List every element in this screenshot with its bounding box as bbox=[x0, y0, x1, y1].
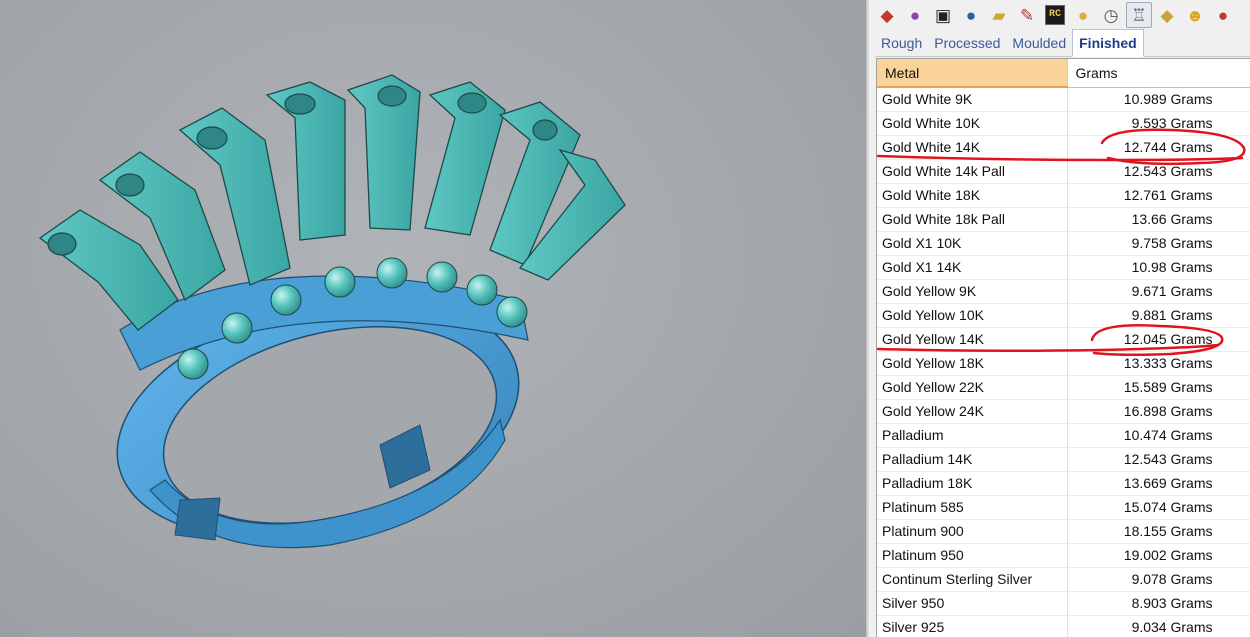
rc-badge-icon[interactable]: RC bbox=[1042, 2, 1068, 28]
grams-cell: 13.333 Grams bbox=[1067, 351, 1250, 376]
metal-cell: Gold Yellow 14K bbox=[877, 327, 1068, 352]
table-row[interactable]: Palladium 18K 13.669 Grams bbox=[877, 471, 1250, 496]
table-header-row: Metal Grams bbox=[877, 59, 1250, 88]
metal-cell: Gold Yellow 9K bbox=[877, 279, 1068, 304]
metal-cell: Gold White 9K bbox=[877, 87, 1068, 112]
grams-cell: 9.593 Grams bbox=[1067, 111, 1250, 136]
rc-badge-glyph: RC bbox=[1045, 5, 1065, 25]
metal-cell: Palladium 18K bbox=[877, 471, 1068, 496]
grams-cell: 15.589 Grams bbox=[1067, 375, 1250, 400]
table-row[interactable]: Platinum 900 18.155 Grams bbox=[877, 519, 1250, 544]
metal-cell: Platinum 900 bbox=[877, 519, 1068, 544]
metal-cell: Gold White 18k Pall bbox=[877, 207, 1068, 232]
table-row[interactable]: Gold White 14K 12.744 Grams bbox=[877, 135, 1250, 160]
grams-cell: 15.074 Grams bbox=[1067, 495, 1250, 520]
tab-finished[interactable]: Finished bbox=[1072, 29, 1144, 57]
grams-cell: 19.002 Grams bbox=[1067, 543, 1250, 568]
table-row[interactable]: Gold Yellow 18K 13.333 Grams bbox=[877, 351, 1250, 376]
table-row[interactable]: Silver 925 9.034 Grams bbox=[877, 615, 1250, 637]
metal-cell: Gold Yellow 18K bbox=[877, 351, 1068, 376]
grams-cell: 12.543 Grams bbox=[1067, 447, 1250, 472]
metal-weight-table[interactable]: Metal Grams Gold White 9K 10.989 Grams Gol… bbox=[876, 58, 1250, 637]
metal-cell: Platinum 585 bbox=[877, 495, 1068, 520]
metal-cell: Silver 950 bbox=[877, 591, 1068, 616]
emoji-face-icon[interactable]: ☻ bbox=[1182, 2, 1208, 28]
metal-cell: Palladium bbox=[877, 423, 1068, 448]
grams-cell: 10.474 Grams bbox=[1067, 423, 1250, 448]
grams-cell: 9.881 Grams bbox=[1067, 303, 1250, 328]
grams-cell: 10.98 Grams bbox=[1067, 255, 1250, 280]
table-row[interactable]: Palladium 10.474 Grams bbox=[877, 423, 1250, 448]
table-row[interactable]: Gold Yellow 24K 16.898 Grams bbox=[877, 399, 1250, 424]
gold-ball-icon[interactable]: ● bbox=[1070, 2, 1096, 28]
brush-icon[interactable]: ✎ bbox=[1014, 2, 1040, 28]
tab-processed[interactable]: Processed bbox=[928, 30, 1006, 56]
grams-cell: 8.903 Grams bbox=[1067, 591, 1250, 616]
table-row[interactable]: Platinum 585 15.074 Grams bbox=[877, 495, 1250, 520]
weight-panel: ◆ ● ▣ ● ▰ ✎ RC ● ◷ ♖ ◆ ☻ ● Rough Processed Moulded F… bbox=[870, 0, 1250, 637]
metal-cell: Gold White 18K bbox=[877, 183, 1068, 208]
metal-cell: Gold Yellow 10K bbox=[877, 303, 1068, 328]
grams-cell: 12.761 Grams bbox=[1067, 183, 1250, 208]
table-row[interactable]: Gold Yellow 10K 9.881 Grams bbox=[877, 303, 1250, 328]
layers-icon[interactable]: ◆ bbox=[874, 2, 900, 28]
gauge-icon[interactable]: ◷ bbox=[1098, 2, 1124, 28]
table-row[interactable]: Gold Yellow 22K 15.589 Grams bbox=[877, 375, 1250, 400]
table-row[interactable]: Gold Yellow 14K 12.045 Grams bbox=[877, 327, 1250, 352]
3d-viewport[interactable] bbox=[0, 0, 866, 637]
table-row[interactable]: Gold White 18k Pall 13.66 Grams bbox=[877, 207, 1250, 232]
grams-cell: 18.155 Grams bbox=[1067, 519, 1250, 544]
grams-cell: 9.034 Grams bbox=[1067, 615, 1250, 637]
grams-cell: 10.989 Grams bbox=[1067, 87, 1250, 112]
column-header-grams[interactable]: Grams bbox=[1067, 59, 1250, 88]
table-row[interactable]: Gold White 14k Pall 12.543 Grams bbox=[877, 159, 1250, 184]
grams-cell: 13.669 Grams bbox=[1067, 471, 1250, 496]
metal-cell: Gold White 14k Pall bbox=[877, 159, 1068, 184]
grams-cell: 12.543 Grams bbox=[1067, 159, 1250, 184]
metal-cell: Gold Yellow 22K bbox=[877, 375, 1068, 400]
grams-cell: 9.671 Grams bbox=[1067, 279, 1250, 304]
table-row[interactable]: Gold Yellow 9K 9.671 Grams bbox=[877, 279, 1250, 304]
material-sphere-icon[interactable]: ● bbox=[958, 2, 984, 28]
grams-cell: 12.744 Grams bbox=[1067, 135, 1250, 160]
table-row[interactable]: Gold X1 10K 9.758 Grams bbox=[877, 231, 1250, 256]
table-row[interactable]: Palladium 14K 12.543 Grams bbox=[877, 447, 1250, 472]
table-row[interactable]: Silver 950 8.903 Grams bbox=[877, 591, 1250, 616]
table-row[interactable]: Platinum 950 19.002 Grams bbox=[877, 543, 1250, 568]
weight-tabs: Rough Processed Moulded Finished bbox=[875, 29, 1250, 57]
metal-cell: Gold White 14K bbox=[877, 135, 1068, 160]
metal-cell: Gold White 10K bbox=[877, 111, 1068, 136]
grams-cell: 12.045 Grams bbox=[1067, 327, 1250, 352]
bomb-icon[interactable]: ● bbox=[1210, 2, 1236, 28]
table-row[interactable]: Continum Sterling Silver 9.078 Grams bbox=[877, 567, 1250, 592]
table-row[interactable]: Gold White 18K 12.761 Grams bbox=[877, 183, 1250, 208]
metal-cell: Gold X1 10K bbox=[877, 231, 1068, 256]
gold-nugget-icon[interactable]: ◆ bbox=[1154, 2, 1180, 28]
metal-cell: Silver 925 bbox=[877, 615, 1068, 637]
color-wheel-icon[interactable]: ● bbox=[902, 2, 928, 28]
ring-render bbox=[38, 74, 626, 549]
tab-moulded[interactable]: Moulded bbox=[1006, 30, 1072, 56]
metal-cell: Continum Sterling Silver bbox=[877, 567, 1068, 592]
column-header-metal[interactable]: Metal bbox=[877, 59, 1068, 88]
ring-weight-icon[interactable]: ♖ bbox=[1126, 2, 1152, 28]
metal-cell: Palladium 14K bbox=[877, 447, 1068, 472]
table-row[interactable]: Gold X1 14K 10.98 Grams bbox=[877, 255, 1250, 280]
tab-rough[interactable]: Rough bbox=[875, 30, 928, 56]
grams-cell: 9.078 Grams bbox=[1067, 567, 1250, 592]
table-row[interactable]: Gold White 9K 10.989 Grams bbox=[877, 87, 1250, 112]
metal-cell: Gold Yellow 24K bbox=[877, 399, 1068, 424]
table-row[interactable]: Gold White 10K 9.593 Grams bbox=[877, 111, 1250, 136]
grams-cell: 13.66 Grams bbox=[1067, 207, 1250, 232]
grams-cell: 9.758 Grams bbox=[1067, 231, 1250, 256]
grams-cell: 16.898 Grams bbox=[1067, 399, 1250, 424]
metal-cell: Gold X1 14K bbox=[877, 255, 1068, 280]
panel-toolbar: ◆ ● ▣ ● ▰ ✎ RC ● ◷ ♖ ◆ ☻ ● bbox=[870, 0, 1250, 30]
folder-open-icon[interactable]: ▰ bbox=[986, 2, 1012, 28]
metal-cell: Platinum 950 bbox=[877, 543, 1068, 568]
monitor-icon[interactable]: ▣ bbox=[930, 2, 956, 28]
